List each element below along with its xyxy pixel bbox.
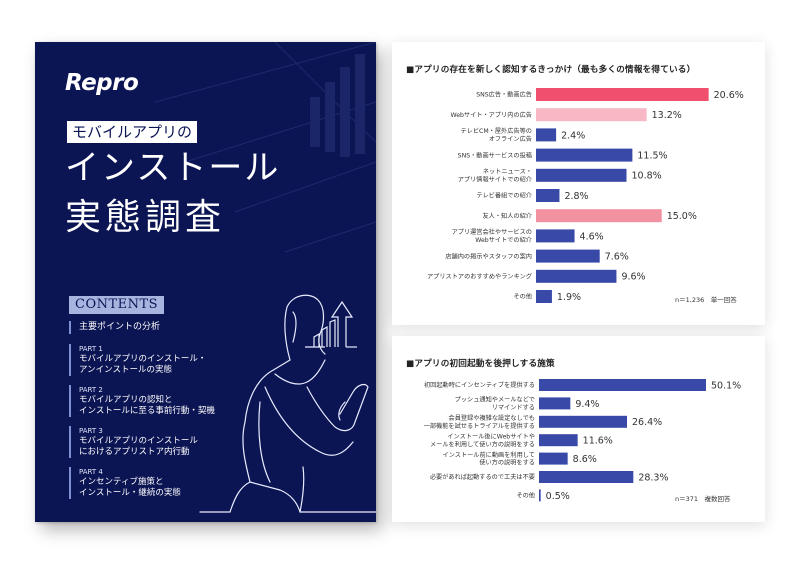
category-label: リマインドする	[492, 405, 535, 412]
toc-item-title: インストール・継続の実態	[79, 488, 181, 498]
category-label: 友人・知人の紹介	[483, 212, 533, 220]
report-title-line-1: インストール	[65, 148, 281, 188]
category-label: 会員登録や複雑な設定なしでも	[449, 414, 535, 422]
bar	[536, 148, 633, 162]
category-label: オフライン広告	[489, 135, 532, 143]
contents-heading: CONTENTS	[69, 296, 165, 314]
category-label: SNS広告・動画広告	[476, 91, 532, 99]
toc-item: PART 3 モバイルアプリのインストール におけるアプリストア内行動	[69, 426, 249, 458]
data-label: 8.6%	[573, 454, 597, 465]
category-label: その他	[513, 293, 532, 301]
bar	[536, 189, 560, 202]
toc-item-title: におけるアプリストア内行動	[79, 447, 190, 457]
toc-item: PART 4 インセンティブ施策と インストール・継続の実態	[69, 467, 249, 499]
toc-item-title: アンインストールの実態	[79, 365, 172, 375]
data-label: 7.6%	[605, 252, 629, 263]
data-label: 11.6%	[583, 436, 613, 447]
category-label: プッシュ通知やメールなどで	[455, 396, 535, 404]
table-of-contents: 主要ポイントの分析 PART 1 モバイルアプリのインストール・ アンインストー…	[69, 321, 249, 508]
category-label: インストール前に動画を利用して	[442, 451, 535, 459]
category-label: Webサイト・アプリ内の広告	[450, 111, 532, 119]
category-label: その他	[516, 492, 535, 500]
toc-item: PART 2 モバイルアプリの認知と インストールに至る事前行動・契機	[69, 385, 249, 417]
category-label: メールを利用して使い方の説明をする	[430, 440, 535, 448]
toc-item: 主要ポイントの分析	[69, 321, 249, 334]
data-label: 4.6%	[580, 231, 604, 242]
category-label: テレビ番組での紹介	[476, 192, 532, 200]
bar	[536, 229, 575, 243]
category-label: 使い方の説明をする	[479, 459, 535, 467]
category-label: 店舗内の掲示やスタッフの案内	[445, 252, 532, 260]
bar	[539, 434, 578, 447]
first-launch-chart-card: ■アプリの初回起動を後押しする施策 50.1% 初回起動時にインセンティブを提供す…	[392, 336, 765, 522]
report-subtitle: モバイルアプリの	[67, 121, 198, 143]
data-label: 1.9%	[557, 292, 581, 303]
category-label: アプリ情報サイトでの紹介	[458, 175, 533, 183]
bar	[536, 269, 617, 283]
toc-part-label: PART 1	[79, 345, 103, 353]
sample-size-note: n＝371 複数回答	[675, 495, 731, 503]
growth-chart-icon	[305, 300, 357, 348]
toc-item-title: 主要ポイントの分析	[79, 322, 161, 332]
data-label: 0.5%	[546, 491, 570, 502]
toc-part-label: PART 3	[79, 427, 103, 435]
data-label: 50.1%	[711, 380, 741, 391]
toc-item: PART 1 モバイルアプリのインストール・ アンインストールの実態	[69, 344, 249, 376]
category-label: SNS・動画サービスの投稿	[458, 151, 532, 159]
category-label: テレビCM・屋外広告等の	[460, 127, 532, 135]
awareness-bar-chart: 20.6% SNS広告・動画広告 13.2% Webサイト・アプリ内の広告 2.4% テレ…	[427, 88, 744, 303]
bar	[539, 471, 634, 483]
toc-part-label: PART 4	[79, 468, 103, 476]
background-bars	[310, 54, 365, 157]
bar	[539, 415, 627, 428]
category-label: 初回起動時にインセンティブを提供する	[424, 381, 535, 389]
repro-logo: Repro	[65, 70, 139, 96]
report-title-line-2: 実態調査	[65, 197, 226, 238]
bar	[539, 379, 706, 391]
data-label: 10.8%	[632, 171, 662, 182]
data-label: 13.2%	[652, 110, 682, 121]
toc-part-label: PART 2	[79, 386, 103, 394]
toc-item-title: インセンティブ施策と	[79, 477, 164, 487]
report-cover: Repro モバイルアプリの インストール 実態調査 CONTENTS 主要ポイ…	[35, 42, 376, 522]
data-label: 26.4%	[632, 417, 662, 428]
bar	[539, 489, 541, 502]
category-label: 一部機能を試せるトライアルを提供する	[424, 422, 535, 430]
bar	[536, 88, 709, 101]
data-label: 9.4%	[575, 399, 599, 410]
toc-item-title: モバイルアプリの認知と	[79, 395, 173, 405]
bar	[536, 249, 600, 263]
category-label: アプリ運営会社やサービスの	[452, 228, 532, 236]
bar	[536, 168, 627, 182]
bar	[536, 128, 557, 142]
data-label: 9.6%	[621, 272, 645, 283]
data-label: 2.8%	[564, 191, 588, 202]
category-label: Webサイトでの紹介	[475, 236, 533, 244]
category-label: 必要があれば起動するので工夫は不要	[430, 473, 535, 481]
data-label: 20.6%	[714, 90, 744, 101]
toc-item-title: インストールに至る事前行動・契機	[79, 406, 215, 416]
sample-size-note: n＝1,236 単一回答	[675, 296, 737, 304]
bar	[536, 209, 662, 223]
data-label: 28.3%	[638, 472, 668, 483]
bar	[536, 108, 647, 122]
data-label: 2.4%	[561, 130, 585, 141]
bar	[539, 452, 568, 465]
awareness-chart-card: ■アプリの存在を新しく認知するきっかけ（最も多くの情報を得ている） 20.6% S…	[392, 42, 765, 325]
toc-item-title: モバイルアプリのインストール・	[79, 354, 207, 364]
category-label: インストール後にWebサイトや	[447, 433, 535, 441]
toc-item-title: モバイルアプリのインストール	[79, 436, 198, 446]
category-label: ネットニュース・	[483, 169, 532, 176]
data-label: 11.5%	[637, 151, 667, 162]
bar	[539, 397, 571, 410]
category-label: アプリストアのおすすめやランキング	[427, 273, 532, 281]
bar	[536, 290, 552, 303]
data-label: 15.0%	[667, 211, 697, 222]
